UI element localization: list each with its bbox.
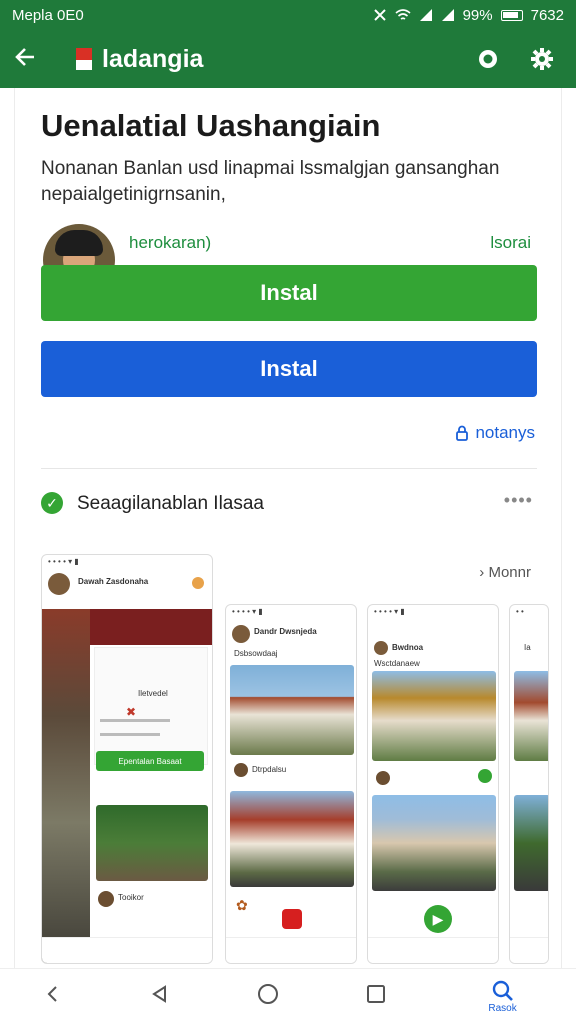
system-nav-bar: Rasok: [0, 968, 576, 1024]
more-screenshots-link[interactable]: › Monnr: [479, 564, 531, 581]
more-info-label: notanys: [475, 423, 535, 442]
install-button-secondary[interactable]: Instal: [41, 341, 537, 397]
screenshot-2[interactable]: • • • • ▾ ▮ Dandr Dwsnjeda Dsbsowdaaj Dt…: [225, 604, 357, 964]
signal-icon-2: [441, 9, 454, 21]
clock: 7632: [530, 6, 564, 24]
search-nav-item[interactable]: Rasok: [473, 979, 533, 1014]
divider: [41, 468, 537, 469]
app-logo-flag-icon: [76, 48, 92, 70]
arrow-left-icon[interactable]: [14, 44, 50, 75]
screenshot-4-header: Ia: [524, 643, 531, 652]
screenshot-3-nav: [368, 937, 498, 963]
screenshot-1-button: Epentalan Basaat: [96, 751, 204, 771]
developer-tag: lsorai: [490, 233, 531, 252]
check-icon: ✓: [41, 492, 63, 514]
gear-icon[interactable]: [522, 47, 562, 71]
search-nav-label: Rasok: [488, 1003, 517, 1014]
home-circle-icon[interactable]: [257, 983, 279, 1010]
screenshot-1-card-title: Iletvedel: [138, 689, 168, 698]
back-triangle-icon[interactable]: [150, 984, 170, 1009]
app-detail-card: Uenalatial Uashangiain Nonanan Banlan us…: [14, 88, 562, 968]
chevron-left-icon[interactable]: [43, 984, 63, 1009]
developer-name[interactable]: herokaran): [129, 233, 211, 253]
overflow-menu-icon[interactable]: ••••: [504, 490, 533, 511]
screenshot-2-sub: Dsbsowdaaj: [234, 649, 278, 658]
battery-percent: 99%: [462, 6, 493, 24]
app-description: Nonanan Banlan usd linapmai lssmalgjan g…: [41, 158, 500, 205]
recents-square-icon[interactable]: [366, 984, 386, 1009]
screenshot-1-caption: Tooikor: [118, 893, 144, 902]
screenshot-status: • • • • ▾ ▮: [374, 607, 405, 616]
screenshot-2-header: Dandr Dwsnjeda: [254, 627, 317, 636]
notification-icon: [373, 9, 386, 21]
screenshot-status: • • • • ▾ ▮: [48, 557, 79, 566]
status-left-text: Mepla 0E0: [12, 6, 84, 24]
screenshot-1-nav: [42, 937, 212, 963]
signal-icon: [419, 9, 432, 21]
screenshot-4[interactable]: • • Ia: [509, 604, 549, 964]
app-bar: ladangia: [0, 30, 576, 88]
status-icons: 99% 7632: [373, 7, 564, 24]
screenshot-3[interactable]: • • • • ▾ ▮ Bwdnoa Wsctdanaew ▶: [367, 604, 499, 964]
screenshot-2-nav: [226, 937, 356, 963]
install-button-primary[interactable]: Instal: [41, 265, 537, 321]
search-icon[interactable]: [468, 46, 508, 72]
screenshot-status: • •: [516, 607, 524, 616]
play-icon: ▶: [424, 905, 452, 933]
screenshot-1[interactable]: • • • • ▾ ▮ Dawah Zasdonaha Iletvedel ✖ …: [41, 554, 213, 964]
status-bar: Mepla 0E0 99% 7632: [0, 0, 576, 30]
battery-icon: [500, 9, 523, 21]
screenshot-4-nav: [510, 937, 548, 963]
screenshot-1-header: Dawah Zasdonaha: [78, 577, 149, 586]
wifi-icon: [395, 9, 411, 20]
search-nav-icon: [492, 980, 513, 1001]
app-title: ladangia: [102, 44, 204, 73]
section-label: Seaagilanablan Ilasaa: [77, 493, 264, 514]
more-info-link[interactable]: notanys: [455, 423, 535, 443]
screenshot-2-row: Dtrpdalsu: [252, 765, 287, 774]
screenshot-status: • • • • ▾ ▮: [232, 607, 263, 616]
screenshot-3-sub: Wsctdanaew: [374, 659, 420, 668]
app-heading: Uenalatial Uashangiain: [41, 108, 381, 143]
lock-icon: [456, 425, 469, 441]
screenshot-3-header: Bwdnoa: [392, 643, 424, 652]
